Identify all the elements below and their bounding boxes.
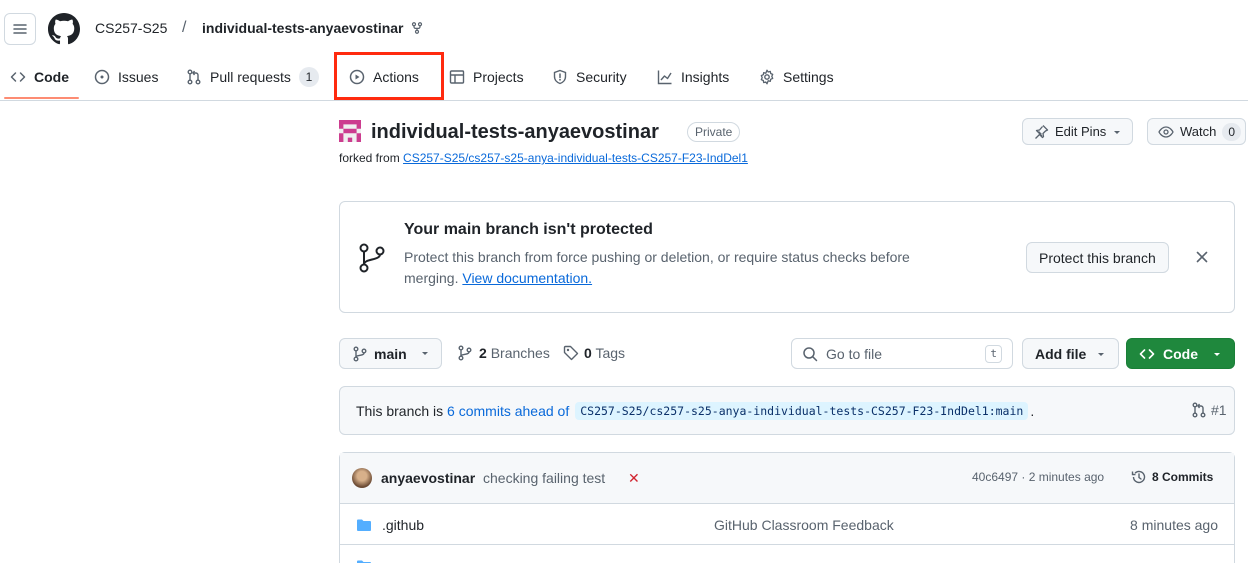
protect-description: Protect this branch from force pushing o…: [404, 247, 964, 289]
active-tab-indicator: [4, 97, 79, 99]
github-logo-icon[interactable]: [48, 13, 80, 45]
tags-link[interactable]: 0 Tags: [563, 345, 625, 361]
branch-selector[interactable]: main: [339, 338, 442, 369]
protect-branch-button[interactable]: Protect this branch: [1026, 242, 1169, 273]
file-age: 8 minutes ago: [1130, 517, 1218, 533]
pull-request-icon: [1192, 402, 1206, 418]
pull-request-link[interactable]: #1: [1191, 402, 1227, 418]
folder-icon: [357, 519, 371, 531]
tab-label: Code: [34, 69, 69, 85]
file-name[interactable]: .github: [382, 517, 424, 533]
watch-button[interactable]: Watch 0: [1147, 118, 1247, 145]
pull-request-icon: [187, 69, 201, 85]
protect-title: Your main branch isn't protected: [404, 221, 653, 238]
tab-label: Projects: [473, 69, 524, 85]
add-file-label: Add file: [1035, 345, 1087, 362]
pull-requests-count: 1: [298, 67, 319, 87]
watch-count: 0: [1222, 122, 1242, 141]
visibility-badge: Private: [687, 122, 741, 142]
shortcut-key: t: [985, 344, 1002, 363]
tags-count: 0: [584, 345, 592, 361]
table-row[interactable]: [340, 546, 1234, 563]
git-branch-icon: [458, 345, 472, 361]
commits-count: 8 Commits: [1152, 470, 1214, 484]
tab-label: Security: [576, 69, 627, 85]
caret-down-icon: [1214, 352, 1220, 356]
issue-icon: [94, 69, 110, 85]
repo-title[interactable]: individual-tests-anyaevostinar: [371, 121, 659, 144]
shield-icon: [553, 69, 567, 85]
close-icon[interactable]: [1194, 249, 1210, 265]
add-file-button[interactable]: Add file: [1022, 338, 1120, 369]
tabs-divider: [0, 100, 1248, 101]
forked-from: forked from CS257-S25/cs257-s25-anya-ind…: [339, 151, 748, 165]
folder-icon: [357, 560, 371, 563]
owner-identicon: [339, 120, 361, 142]
view-documentation-link[interactable]: View documentation.: [462, 270, 592, 286]
tab-label: Issues: [118, 69, 159, 85]
go-to-file-input[interactable]: Go to file t: [791, 338, 1013, 369]
commits-ahead-link[interactable]: 6 commits ahead of: [447, 403, 569, 419]
branches-count: 2: [479, 345, 487, 361]
edit-pins-button[interactable]: Edit Pins: [1022, 118, 1134, 145]
tab-settings[interactable]: Settings: [759, 64, 834, 90]
avatar[interactable]: [352, 468, 372, 488]
tab-security[interactable]: Security: [552, 64, 627, 90]
forked-from-link[interactable]: CS257-S25/cs257-s25-anya-individual-test…: [403, 151, 748, 165]
breadcrumb-separator: /: [182, 19, 187, 36]
upstream-ref: CS257-S25/cs257-s25-anya-individual-test…: [575, 402, 1029, 420]
commit-message[interactable]: checking failing test: [483, 470, 605, 486]
graph-icon: [657, 70, 672, 85]
code-icon: [10, 72, 26, 82]
branch-name: main: [374, 345, 407, 362]
tab-projects[interactable]: Projects: [449, 64, 524, 90]
owner-link[interactable]: CS257-S25: [95, 20, 167, 36]
pin-icon: [1035, 124, 1049, 139]
caret-down-icon: [1114, 130, 1121, 134]
ahead-suffix: .: [1030, 403, 1035, 419]
git-branch-icon: [353, 346, 367, 361]
tab-code[interactable]: Code: [10, 64, 69, 90]
watch-label: Watch: [1180, 124, 1217, 139]
branch-ahead-text: This branch is 6 commits ahead of CS257-…: [356, 402, 1034, 420]
code-button[interactable]: Code: [1126, 338, 1235, 369]
menu-button[interactable]: [4, 13, 36, 45]
tab-insights[interactable]: Insights: [657, 64, 729, 90]
pull-request-number: #1: [1211, 402, 1227, 418]
failed-status-icon[interactable]: ✕: [628, 470, 640, 487]
tags-label: Tags: [595, 345, 626, 361]
tag-icon: [563, 345, 579, 361]
branches-label: Branches: [490, 345, 550, 361]
caret-down-icon: [1098, 352, 1105, 356]
caret-down-icon: [421, 351, 428, 355]
file-commit-message[interactable]: GitHub Classroom Feedback: [714, 517, 894, 533]
tab-pull-requests[interactable]: Pull requests 1: [186, 64, 319, 90]
tab-issues[interactable]: Issues: [94, 64, 158, 90]
gear-icon: [760, 69, 774, 85]
search-icon: [803, 346, 818, 361]
table-row[interactable]: .github GitHub Classroom Feedback 8 minu…: [340, 505, 1234, 545]
history-icon: [1131, 470, 1146, 484]
actions-highlight-box: [334, 52, 444, 100]
branches-link[interactable]: 2 Branches: [457, 345, 550, 361]
table-icon: [449, 70, 465, 84]
git-branch-icon: [358, 243, 386, 273]
commit-author[interactable]: anyaevostinar: [381, 470, 475, 486]
code-label: Code: [1163, 345, 1198, 362]
commits-link[interactable]: 8 Commits: [1131, 469, 1213, 485]
code-icon: [1139, 348, 1155, 359]
hamburger-icon: [13, 24, 27, 34]
commit-meta[interactable]: 40c6497 · 2 minutes ago: [972, 470, 1104, 484]
tab-label: Insights: [681, 69, 730, 85]
eye-icon: [1158, 125, 1174, 138]
fork-icon: [411, 22, 423, 34]
ahead-prefix: This branch is: [356, 403, 444, 419]
edit-pins-label: Edit Pins: [1055, 124, 1107, 139]
go-to-file-placeholder: Go to file: [826, 345, 883, 362]
tab-label: Pull requests: [210, 69, 291, 85]
repo-name-link[interactable]: individual-tests-anyaevostinar: [202, 20, 404, 36]
tab-label: Settings: [783, 69, 834, 85]
forked-prefix: forked from: [339, 151, 400, 165]
